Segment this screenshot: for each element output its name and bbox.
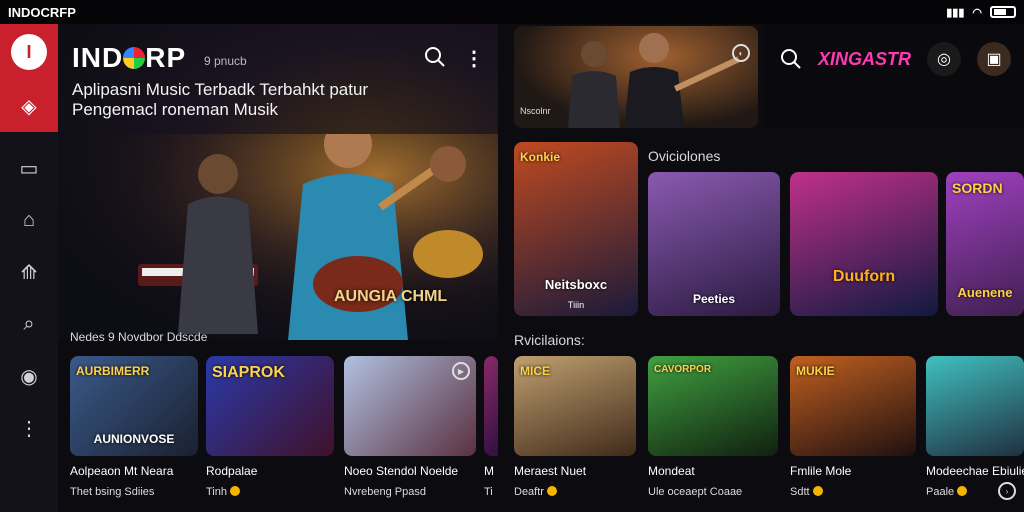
profile-icon[interactable]: ◎ — [927, 42, 962, 76]
featured-artwork: SORDN Auenene — [946, 172, 1024, 316]
logo-circle-icon — [123, 47, 146, 69]
app-logo[interactable]: I — [0, 24, 58, 80]
release-title: Modeechae Ebiulie — [926, 464, 1024, 478]
release-title: Fmlile Mole — [790, 464, 852, 478]
sidebar: I ◈ ▭ ⌂ ⟰ ⌕ ◉ ⋮ — [0, 24, 58, 512]
gallery-icon[interactable]: ▣ — [977, 42, 1012, 76]
card-subtitle: Nvrebeng Ppasd — [344, 486, 426, 498]
music-card[interactable]: AURBIMERR AUNIONVOSE Aolpeaon Mt Neara T… — [70, 356, 198, 498]
home-icon: ◈ — [21, 95, 37, 118]
section-label-featured: Oviciolones — [648, 148, 721, 164]
video-card[interactable]: Nscolnr ◐ — [514, 26, 758, 128]
card-subtitle: Thet bsing Sdiies — [70, 486, 155, 498]
sidebar-item-more[interactable]: ⋮ — [0, 402, 58, 454]
location-icon: ◉ — [20, 365, 38, 388]
hero-banner[interactable]: IND RP 9 pnucb Aplipasni Music Terbadk Te… — [58, 24, 498, 340]
status-bar: INDOCRFP ▮▮▮ ◠ — [0, 0, 1024, 24]
hero-artwork — [98, 134, 498, 340]
search-icon[interactable] — [780, 48, 802, 70]
featured-card[interactable]: Peeties — [648, 172, 780, 316]
wifi-icon: ◠ — [972, 6, 982, 19]
section-label-releases: Rvicilaions: — [514, 332, 585, 348]
hero-art-label: AUNGIA CHML — [334, 288, 448, 305]
release-subtitle: Deaftr — [514, 486, 636, 498]
release-title: Meraest Nuet — [514, 464, 587, 478]
music-card[interactable]: M Ti — [484, 356, 498, 498]
video-options-icon[interactable]: ◐ — [732, 44, 750, 62]
card-artwork: AURBIMERR AUNIONVOSE — [70, 356, 198, 456]
card-subtitle: Tinh — [206, 486, 334, 498]
radio-icon: ⌂ — [22, 208, 36, 231]
card-artwork — [484, 356, 498, 456]
release-subtitle: Sdtt — [790, 486, 916, 498]
search-icon: ⌕ — [23, 312, 35, 335]
release-artwork: MICE — [514, 356, 636, 456]
music-card[interactable]: ▶ Noeo Stendol Noelde Nvrebeng Ppasd — [344, 356, 476, 498]
featured-artwork: Konkie Neitsboxc Tiiin — [514, 142, 638, 316]
card-title: Aolpeaon Mt Neara — [70, 464, 174, 478]
top-right-panel: XINGASTR ◎ ▣ ▼ — [764, 24, 1024, 128]
badge-icon — [547, 486, 558, 496]
library-icon: ▭ — [19, 157, 39, 180]
status-app-name: INDOCRFP — [8, 4, 76, 20]
card-artwork: SIAPROK — [206, 356, 334, 456]
release-artwork — [926, 356, 1024, 456]
video-artwork: Nscolnr ◐ — [514, 26, 758, 128]
sidebar-item-home[interactable]: ◈ — [0, 80, 58, 132]
featured-artwork: Duuforn — [790, 172, 938, 316]
card-title: Rodpalae — [206, 464, 258, 478]
release-card[interactable]: CAVORPOR Mondeat Ule oceaept Coaae — [648, 356, 778, 498]
release-card[interactable]: MICE Meraest Nuet Deaftr — [514, 356, 636, 498]
release-artwork: CAVORPOR — [648, 356, 778, 456]
featured-card[interactable]: Duuforn — [790, 172, 938, 316]
hero-badge: 9 pnucb — [204, 54, 247, 68]
featured-artwork: Peeties — [648, 172, 780, 316]
video-illustration — [568, 33, 740, 128]
release-card[interactable]: MUKIE Fmlile Mole Sdtt — [790, 356, 916, 498]
badge-icon — [812, 486, 823, 496]
battery-icon — [990, 6, 1016, 18]
featured-card[interactable]: SORDN Auenene — [946, 172, 1024, 316]
music-card[interactable]: SIAPROK Rodpalae Tinh — [206, 356, 334, 498]
sidebar-item-radio[interactable]: ⌂ — [0, 194, 58, 246]
section-label-left: Nedes 9 Novdbor Ddscde — [70, 330, 208, 344]
release-subtitle: Ule oceaept Coaae — [648, 486, 743, 498]
badge-icon — [957, 486, 968, 496]
sidebar-item-explore[interactable]: ⟰ — [0, 246, 58, 298]
release-artwork: MUKIE — [790, 356, 916, 456]
app-logo-letter: I — [11, 34, 47, 70]
card-title: M — [484, 464, 494, 478]
release-title: Mondeat — [648, 464, 695, 478]
explore-icon: ⟰ — [20, 261, 38, 284]
release-card[interactable]: Modeechae Ebiulie Paale — [926, 356, 1024, 498]
card-subtitle: Ti — [484, 486, 493, 498]
video-label: Nscolnr — [520, 106, 551, 116]
hero-title: IND RP — [72, 42, 187, 73]
play-icon[interactable]: ▶ — [452, 362, 470, 380]
featured-card[interactable]: Konkie Neitsboxc Tiiin — [514, 142, 638, 316]
hero-actions: ⋮ — [424, 46, 484, 71]
sidebar-item-location[interactable]: ◉ — [0, 350, 58, 402]
brand-logo[interactable]: XINGASTR — [818, 49, 911, 70]
signal-icon: ▮▮▮ — [946, 6, 965, 19]
hero-subtitle: Aplipasni Music Terbadk Terbahkt patur P… — [72, 80, 369, 119]
card-artwork: ▶ — [344, 356, 476, 456]
next-arrow-icon[interactable]: › — [998, 482, 1016, 500]
card-title: Noeo Stendol Noelde — [344, 464, 459, 478]
badge-icon — [230, 486, 241, 496]
top-right-actions: XINGASTR ◎ ▣ ▼ — [780, 42, 1024, 76]
search-icon[interactable] — [424, 46, 446, 68]
sidebar-item-library[interactable]: ▭ — [0, 142, 58, 194]
more-vertical-icon: ⋮ — [19, 417, 39, 440]
status-icons: ▮▮▮ ◠ — [946, 6, 1016, 19]
sidebar-item-search[interactable]: ⌕ — [0, 298, 58, 350]
more-vertical-icon[interactable]: ⋮ — [464, 46, 484, 71]
